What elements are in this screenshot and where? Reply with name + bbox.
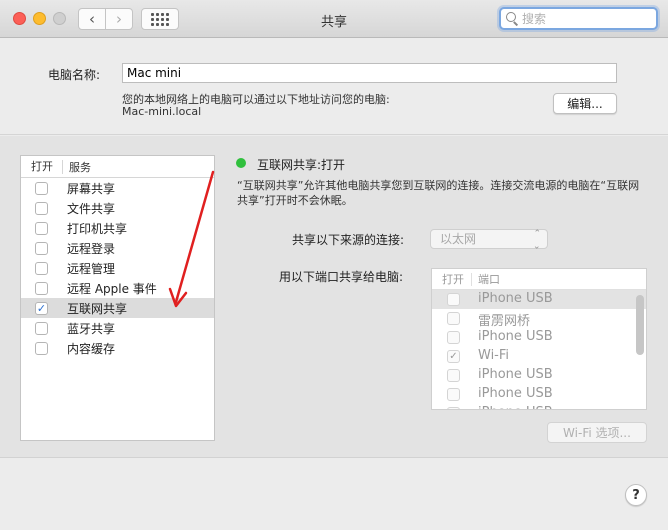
service-description: “互联网共享”允许其他电脑共享您到互联网的连接。连接交流电源的电脑在“互联网共享… <box>237 179 640 207</box>
service-label: 文件共享 <box>67 201 116 216</box>
help-button[interactable]: ? <box>625 484 647 506</box>
status-indicator <box>236 158 246 168</box>
service-checkbox[interactable] <box>35 261 48 275</box>
service-label: 内容缓存 <box>67 341 116 356</box>
service-label: 屏幕共享 <box>67 181 116 196</box>
port-label: iPhone USB <box>478 386 553 401</box>
port-row[interactable]: iPhone USB <box>432 328 646 347</box>
service-checkbox[interactable] <box>35 321 48 335</box>
port-row[interactable]: iPhone USB <box>432 366 646 385</box>
share-from-label: 共享以下来源的连接: <box>292 233 405 247</box>
service-label: 远程管理 <box>67 261 116 276</box>
port-checkbox[interactable] <box>447 312 460 325</box>
service-checkbox[interactable] <box>35 201 48 215</box>
port-checkbox[interactable] <box>447 369 460 382</box>
service-label: 互联网共享 <box>67 301 128 316</box>
edit-button[interactable]: 编辑... <box>553 93 617 114</box>
port-row[interactable]: 雷雳网桥 <box>432 309 646 329</box>
computer-name-input[interactable] <box>122 63 617 83</box>
service-row[interactable]: 远程登录 <box>21 238 214 258</box>
checkmark-icon: ✓ <box>449 351 458 362</box>
services-header: 打开 服务 <box>21 156 214 178</box>
ports-scrollbar[interactable] <box>636 295 644 355</box>
port-row[interactable]: iPhone USB <box>432 404 646 409</box>
local-address: Mac-mini.local <box>122 105 202 118</box>
service-label: 远程 Apple 事件 <box>67 281 157 296</box>
port-label: iPhone USB <box>478 367 553 382</box>
service-label: 蓝牙共享 <box>67 321 116 336</box>
service-checkbox[interactable] <box>35 241 48 255</box>
service-status: 互联网共享:打开 <box>257 158 346 172</box>
port-label: 雷雳网桥 <box>478 314 531 329</box>
service-row[interactable]: 文件共享 <box>21 198 214 218</box>
service-row[interactable]: 远程管理 <box>21 258 214 278</box>
search-field[interactable] <box>499 7 658 30</box>
title-bar: ‹ › 共享 <box>0 0 668 38</box>
ports-header: 打开 端口 <box>432 269 646 290</box>
wifi-options-button[interactable]: Wi-Fi 选项... <box>547 422 647 443</box>
computer-name-section: 电脑名称: 您的本地网络上的电脑可以通过以下地址访问您的电脑: Mac-mini… <box>0 39 668 135</box>
computer-name-label: 电脑名称: <box>48 68 101 82</box>
port-row[interactable]: ✓ Wi-Fi <box>432 347 646 366</box>
service-row[interactable]: 屏幕共享 <box>21 178 214 198</box>
service-label: 远程登录 <box>67 241 116 256</box>
service-checkbox[interactable]: ✓ <box>35 301 48 315</box>
service-row[interactable]: 打印机共享 <box>21 218 214 238</box>
service-row[interactable]: ✓ 互联网共享 <box>21 298 214 318</box>
ports-column-header-port[interactable]: 端口 <box>472 271 500 287</box>
service-checkbox[interactable] <box>35 181 48 195</box>
port-checkbox[interactable] <box>447 293 460 306</box>
sharing-window: ‹ › 共享 电脑名称: 您的本地网络上的电脑可以通过以下地址访问您的电脑: M… <box>0 0 668 530</box>
column-header-service[interactable]: 服务 <box>63 159 91 175</box>
service-row[interactable]: 蓝牙共享 <box>21 318 214 338</box>
service-checkbox[interactable] <box>35 341 48 355</box>
services-list: 打开 服务 屏幕共享文件共享打印机共享远程登录远程管理远程 Apple 事件 ✓ 互… <box>20 155 215 441</box>
share-to-label: 用以下端口共享给电脑: <box>279 270 404 284</box>
share-from-value: 以太网 <box>440 232 477 246</box>
port-checkbox[interactable]: ✓ <box>447 350 460 363</box>
column-header-on[interactable]: 打开 <box>21 159 63 174</box>
port-label: Wi-Fi <box>478 348 510 363</box>
port-row[interactable]: iPhone USB <box>432 385 646 404</box>
service-row[interactable]: 远程 Apple 事件 <box>21 278 214 298</box>
port-checkbox[interactable] <box>447 331 460 344</box>
port-label: iPhone USB <box>478 405 553 409</box>
search-icon <box>506 12 519 25</box>
ports-list: 打开 端口 iPhone USB 雷雳网桥 iPhone USB ✓ Wi-Fi iPho… <box>431 268 647 410</box>
port-checkbox[interactable] <box>447 407 460 409</box>
service-row[interactable]: 内容缓存 <box>21 338 214 358</box>
service-checkbox[interactable] <box>35 221 48 235</box>
checkmark-icon: ✓ <box>36 301 47 315</box>
search-input[interactable] <box>522 11 652 26</box>
share-from-select[interactable]: 以太网 ⌃ ⌃ <box>430 229 548 249</box>
service-checkbox[interactable] <box>35 281 48 295</box>
port-label: iPhone USB <box>478 291 553 306</box>
service-label: 打印机共享 <box>67 221 128 236</box>
port-checkbox[interactable] <box>447 388 460 401</box>
ports-column-header-on[interactable]: 打开 <box>432 272 472 286</box>
updown-chevron-icon: ⌃ ⌃ <box>533 229 541 250</box>
port-row[interactable]: iPhone USB <box>432 290 646 309</box>
port-label: iPhone USB <box>478 329 553 344</box>
